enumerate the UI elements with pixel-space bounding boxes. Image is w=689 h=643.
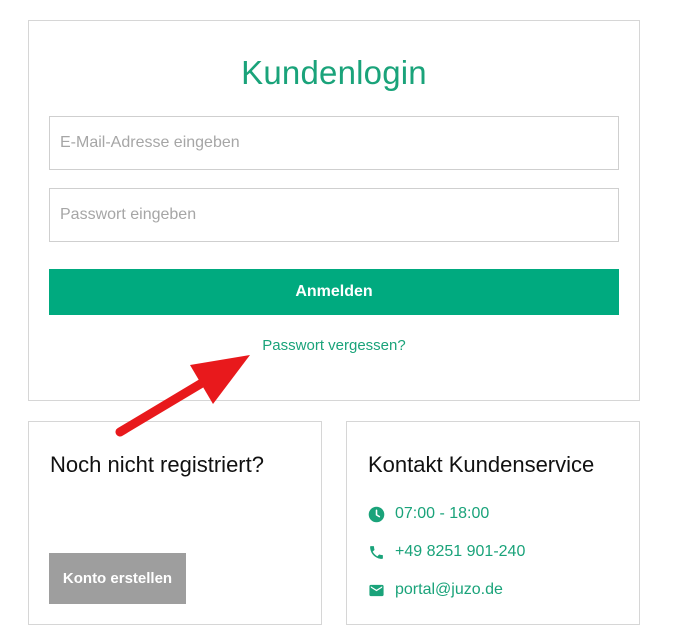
register-heading: Noch nicht registriert? xyxy=(50,452,264,477)
login-button[interactable]: Anmelden xyxy=(49,269,619,315)
forgot-password-link[interactable]: Passwort vergessen? xyxy=(29,337,639,354)
mail-icon xyxy=(369,584,384,596)
contact-hours-text: 07:00 - 18:00 xyxy=(395,505,490,522)
login-card: Kundenlogin Anmelden Passwort vergessen? xyxy=(28,20,640,401)
clock-icon xyxy=(368,506,385,522)
login-title: Kundenlogin xyxy=(241,54,427,91)
phone-icon xyxy=(370,545,383,559)
contact-heading: Kontakt Kundenservice xyxy=(368,452,595,477)
contact-email[interactable]: portal@juzo.de xyxy=(368,580,503,600)
create-account-button[interactable]: Konto erstellen xyxy=(49,553,186,604)
email-field[interactable] xyxy=(49,116,619,170)
contact-phone-text[interactable]: +49 8251 901-240 xyxy=(395,543,525,561)
contact-phone[interactable]: +49 8251 901-240 xyxy=(368,542,525,562)
password-field[interactable] xyxy=(49,188,619,242)
contact-email-text[interactable]: portal@juzo.de xyxy=(395,581,503,599)
register-card: Noch nicht registriert? Konto erstellen xyxy=(28,421,322,625)
contact-hours: 07:00 - 18:00 xyxy=(368,504,489,524)
contact-card: Kontakt Kundenservice 07:00 - 18:00 +49 … xyxy=(346,421,640,625)
